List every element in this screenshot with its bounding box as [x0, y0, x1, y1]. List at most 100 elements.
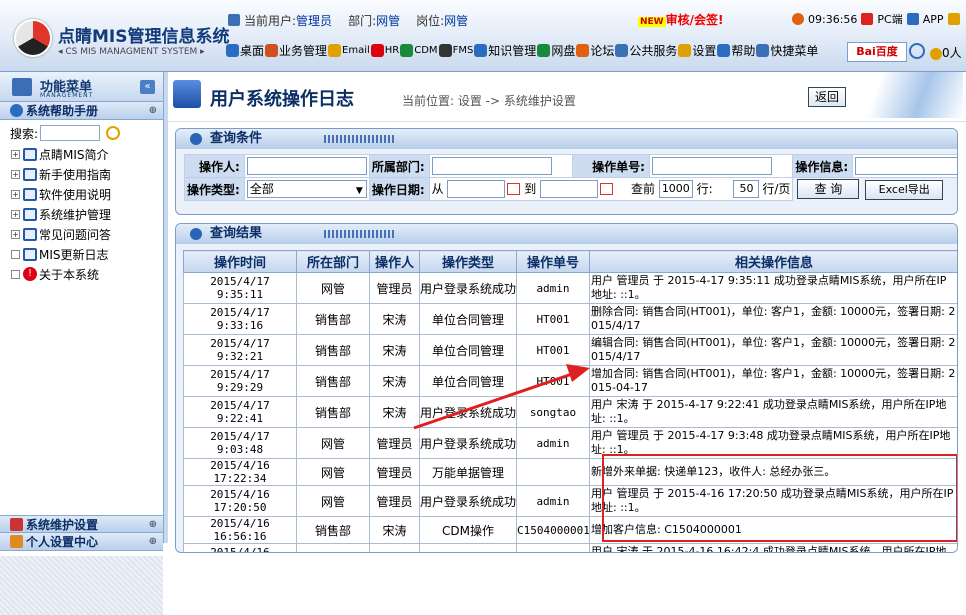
app-icon[interactable]	[906, 13, 919, 25]
table-row[interactable]: 2015/4/17 9:29:29 销售部 宋涛 单位合同管理 HT001 增加合同: 销…	[183, 365, 957, 397]
column-header[interactable]: 所在部门	[296, 250, 370, 273]
table-header-row: 操作时间 所在部门 操作人 操作类型 操作单号 相关操作信息	[183, 250, 957, 273]
section-personal[interactable]: 个人设置中心 ⊕	[0, 533, 163, 551]
lock-icon[interactable]	[947, 13, 960, 25]
tree-item[interactable]: + 点睛MIS简介	[0, 144, 163, 164]
calendar-icon[interactable]	[600, 183, 614, 196]
cell-type: 用户登录系统成功	[419, 427, 517, 459]
cell-operator: 宋涛	[369, 516, 420, 544]
column-header[interactable]: 操作时间	[183, 250, 297, 273]
column-header[interactable]: 操作类型	[419, 250, 517, 273]
online-users[interactable]: 0人	[930, 44, 962, 61]
cell-type: 单位合同管理	[419, 303, 517, 335]
menu-item[interactable]: FMS	[438, 44, 473, 57]
main-content: 用户系统操作日志 当前位置: 设置 -> 系统维护设置 返回 查询条件 操作人:…	[168, 72, 966, 553]
tree-item[interactable]: + 新手使用指南	[0, 164, 163, 184]
tree-item[interactable]: MIS更新日志	[0, 244, 163, 264]
expand-icon[interactable]: ⊕	[149, 516, 157, 534]
menu-item[interactable]: Email	[328, 44, 370, 57]
cell-time: 2015/4/17 9:35:11	[183, 272, 297, 304]
menu-item[interactable]: HR	[370, 44, 399, 57]
row-limit-input[interactable]: 1000	[658, 180, 693, 199]
search-icon[interactable]	[106, 126, 121, 140]
table-row[interactable]: 2015/4/17 9:35:11 网管 管理员 用户登录系统成功 admin 用户 管理…	[183, 272, 957, 304]
search-button[interactable]: 查 询	[797, 178, 860, 199]
expand-icon[interactable]: +	[11, 189, 20, 199]
book-icon	[23, 207, 37, 221]
menu-item[interactable]: 设置	[678, 42, 716, 59]
table-row[interactable]: 2015/4/16 16:42:04销售部宋涛用户登录系统成功songtao用户…	[183, 543, 957, 552]
table-row[interactable]: 2015/4/17 9:33:16 销售部 宋涛 单位合同管理 HT001 删除合同: 销…	[183, 303, 957, 335]
tree-item[interactable]: + 软件使用说明	[0, 184, 163, 204]
menu-item[interactable]: 快捷菜单	[756, 42, 818, 59]
sidebar-search: 搜索:	[0, 122, 163, 144]
section-maintenance[interactable]: 系统维护设置 ⊕	[0, 515, 163, 533]
cell-info: 增加合同: 销售合同(HT001)，单位: 客户1，金额: 10000元，签署日…	[589, 365, 957, 397]
expand-icon[interactable]: +	[11, 169, 20, 179]
tree-item[interactable]: + 系统维护管理	[0, 204, 163, 224]
cell-dept: 销售部	[296, 543, 370, 552]
search-icon[interactable]	[909, 43, 925, 59]
pc-icon[interactable]	[861, 13, 874, 25]
expand-icon[interactable]	[11, 269, 20, 279]
pc-link[interactable]: PC端	[877, 11, 902, 27]
date-from-input[interactable]	[447, 180, 506, 199]
menu-item[interactable]: CDM	[400, 44, 438, 57]
new-notice-text: 审核/会签!	[665, 13, 724, 27]
expand-icon[interactable]	[11, 249, 20, 259]
baidu-search-box[interactable]: Bai百度	[847, 42, 907, 62]
page-size-input[interactable]: 50	[732, 180, 759, 199]
menu-item[interactable]: 公共服务	[615, 42, 677, 59]
operator-input[interactable]	[246, 157, 367, 175]
expand-icon[interactable]: ⊕	[149, 102, 157, 120]
book-icon	[23, 187, 37, 201]
expand-icon[interactable]: ⊕	[149, 533, 157, 551]
date-to-input[interactable]	[540, 180, 599, 199]
table-row[interactable]: 2015/4/17 9:32:21 销售部 宋涛 单位合同管理 HT001 编辑合同: 销…	[183, 334, 957, 366]
table-row[interactable]: 2015/4/16 17:22:34 网管 管理员 万能单据管理 新增外来单据: 快递单…	[183, 458, 957, 486]
expand-icon[interactable]: +	[11, 149, 20, 159]
sidebar-search-input[interactable]	[40, 125, 101, 141]
cell-operator: 宋涛	[369, 396, 420, 428]
dept-value: 网管	[376, 13, 401, 28]
column-header[interactable]: 相关操作信息	[589, 250, 957, 273]
user-info-bar: 当前用户: 管理员 部门: 网管 岗位: 网管	[228, 10, 484, 30]
column-header[interactable]: 操作人	[369, 250, 420, 273]
menu-label: 知识管理	[488, 44, 537, 58]
menu-item[interactable]: 网盘	[537, 42, 575, 59]
order-number-input[interactable]	[651, 157, 772, 175]
column-header[interactable]: 操作单号	[516, 250, 590, 273]
section-help-manual[interactable]: 系统帮助手册 ⊕	[0, 102, 163, 120]
table-row[interactable]: 2015/4/17 9:03:48 网管 管理员 用户登录系统成功 admin 用户 管理…	[183, 427, 957, 459]
cell-order: songtao	[516, 543, 590, 552]
app-link[interactable]: APP	[923, 13, 944, 26]
menu-item[interactable]: 桌面	[226, 42, 264, 59]
info-input[interactable]	[855, 157, 957, 175]
calendar-icon[interactable]	[507, 183, 521, 196]
menu-item[interactable]: 帮助	[717, 42, 755, 59]
expand-icon[interactable]: +	[11, 209, 20, 219]
tree-item[interactable]: + 常见问题问答	[0, 224, 163, 244]
menu-item[interactable]: 业务管理	[265, 42, 327, 59]
cell-dept: 网管	[296, 272, 370, 304]
new-notice-link[interactable]: NEW 审核/会签!	[638, 11, 723, 28]
dept-input[interactable]	[431, 157, 552, 175]
logo-icon	[14, 19, 52, 57]
tree-item-label: 关于本系统	[39, 267, 100, 282]
tree-item[interactable]: ! 关于本系统	[0, 264, 163, 284]
menu-label: 业务管理	[279, 44, 328, 58]
cell-info: 增加客户信息: C1504000001	[589, 516, 957, 544]
collapse-button[interactable]: «	[140, 80, 155, 94]
table-row[interactable]: 2015/4/17 9:22:41 销售部 宋涛 用户登录系统成功 songtao 用户 …	[183, 396, 957, 428]
back-button[interactable]: 返回	[808, 87, 846, 107]
table-row[interactable]: 2015/4/16 16:56:16 销售部 宋涛 CDM操作 C1504000001 增…	[183, 516, 957, 544]
cell-dept: 销售部	[296, 303, 370, 335]
expand-icon[interactable]: +	[11, 229, 20, 239]
menu-item[interactable]: 论坛	[576, 42, 614, 59]
main-menu: 桌面 业务管理 Email HR CDM FMS 知识管理 网盘 论坛 公共服务 设置 帮助 快捷菜单	[226, 42, 819, 59]
cell-type: 用户登录系统成功	[419, 272, 517, 304]
type-select[interactable]: 全部 ▼	[246, 180, 367, 198]
table-row[interactable]: 2015/4/16 17:20:50 网管 管理员 用户登录系统成功 admin 用户 管…	[183, 485, 957, 517]
menu-item[interactable]: 知识管理	[474, 42, 536, 59]
export-excel-button[interactable]: Excel导出	[865, 179, 944, 200]
